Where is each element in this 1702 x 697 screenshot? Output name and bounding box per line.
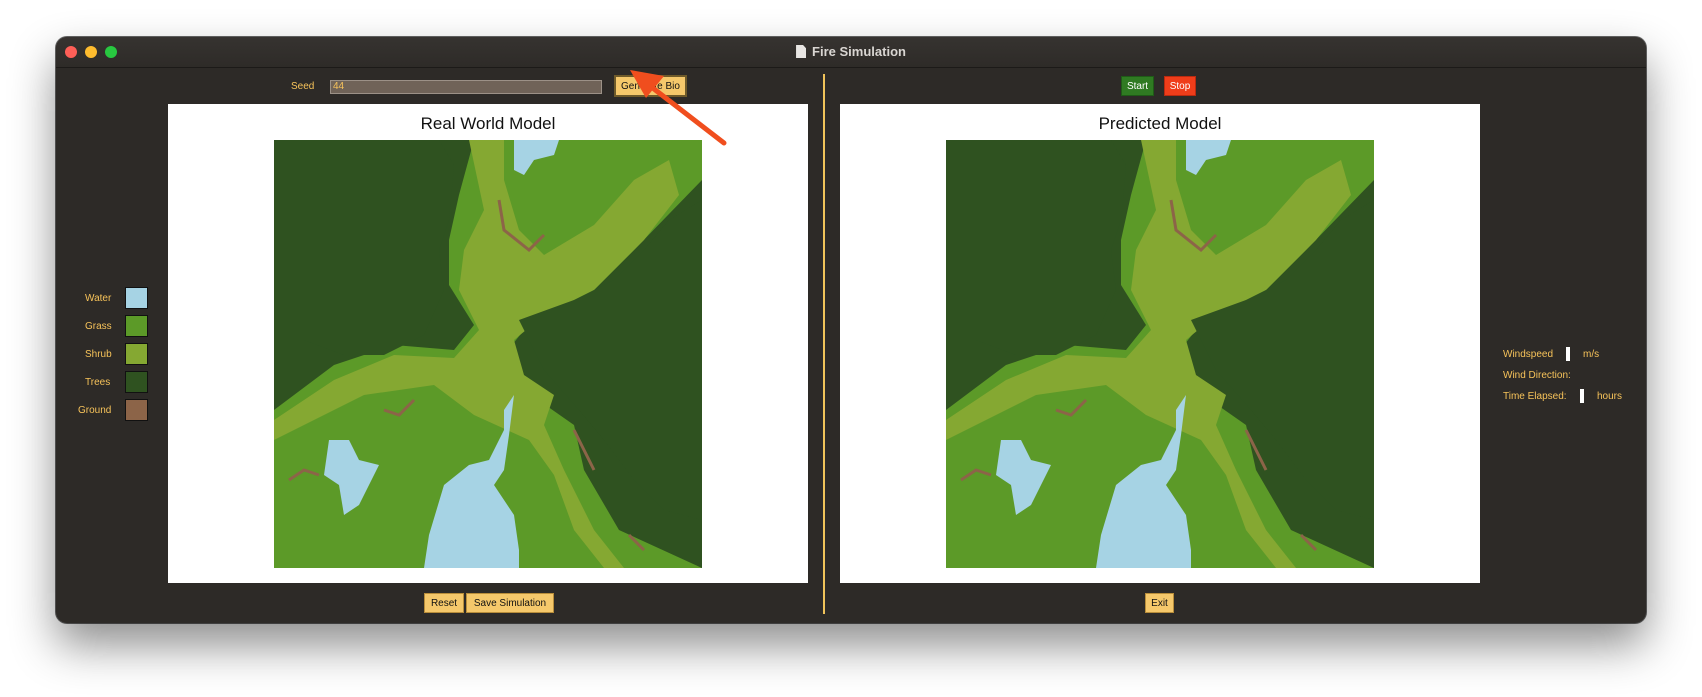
- window-title-text: Fire Simulation: [812, 44, 906, 59]
- window-title: Fire Simulation: [56, 44, 1646, 59]
- real-world-panel: Real World Model: [168, 104, 808, 583]
- seed-input[interactable]: 44: [330, 80, 602, 94]
- start-button[interactable]: Start: [1121, 76, 1154, 96]
- reset-button[interactable]: Reset: [424, 593, 464, 613]
- legend-label-trees: Trees: [85, 377, 111, 388]
- legend-label-shrub: Shrub: [85, 349, 112, 360]
- app-window: Fire Simulation Seed 44 Generate Bio Sta…: [56, 37, 1646, 623]
- wind-direction-label: Wind Direction:: [1503, 370, 1571, 381]
- predicted-map[interactable]: [946, 140, 1374, 568]
- panel-divider: [823, 74, 825, 614]
- legend-label-ground: Ground: [78, 405, 112, 416]
- legend-label-water: Water: [85, 293, 112, 304]
- legend-swatch-shrub: [125, 343, 148, 365]
- stop-button[interactable]: Stop: [1164, 76, 1196, 96]
- save-simulation-button[interactable]: Save Simulation: [466, 593, 554, 613]
- predicted-panel: Predicted Model: [840, 104, 1480, 583]
- main-content: Seed 44 Generate Bio Start Stop Water Gr…: [56, 68, 1646, 623]
- windspeed-unit: m/s: [1583, 349, 1600, 360]
- real-world-map[interactable]: [274, 140, 702, 568]
- legend-swatch-ground: [125, 399, 148, 421]
- legend-label-grass: Grass: [85, 321, 112, 332]
- predicted-title: Predicted Model: [1098, 114, 1222, 133]
- windspeed-value-field: [1566, 347, 1570, 361]
- terrain-map: [946, 140, 1374, 568]
- document-icon: [796, 45, 807, 58]
- title-bar: Fire Simulation: [56, 37, 1646, 68]
- legend-swatch-grass: [125, 315, 148, 337]
- terrain-map: [274, 140, 702, 568]
- time-unit: hours: [1597, 391, 1623, 402]
- time-elapsed-value-field: [1580, 389, 1584, 403]
- legend-swatch-trees: [125, 371, 148, 393]
- annotation-arrow-icon: [630, 70, 727, 146]
- seed-label: Seed: [291, 81, 315, 92]
- exit-button[interactable]: Exit: [1145, 593, 1174, 613]
- legend-swatch-water: [125, 287, 148, 309]
- windspeed-label: Windspeed: [1503, 349, 1554, 360]
- time-elapsed-label: Time Elapsed:: [1503, 391, 1567, 402]
